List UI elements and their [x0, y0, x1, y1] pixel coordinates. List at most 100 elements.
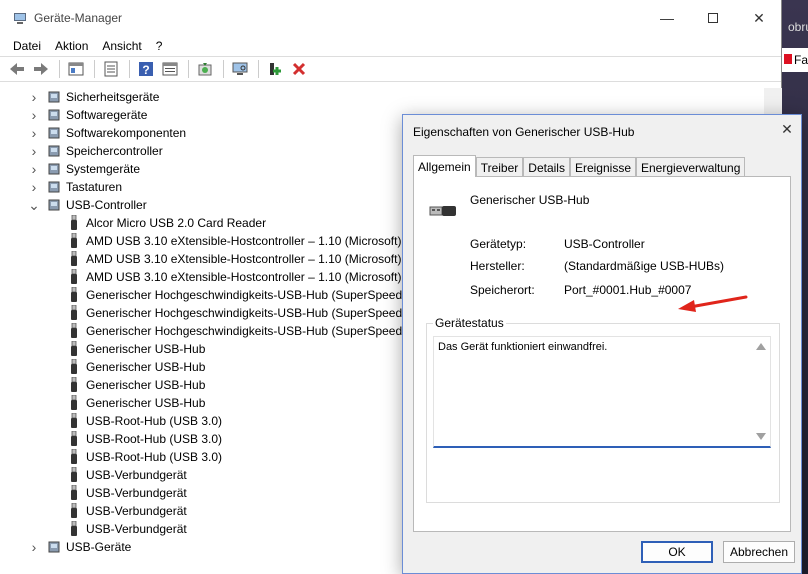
properties-view-icon — [68, 62, 84, 76]
category-icon — [46, 179, 62, 195]
tree-device[interactable]: Generischer Hochgeschwindigkeits-USB-Hub… — [66, 322, 406, 340]
background-tab: Fa — [782, 48, 808, 72]
menu-aktion[interactable]: Aktion — [48, 39, 95, 53]
category-icon — [46, 161, 62, 177]
chevron-right-icon[interactable]: › — [28, 179, 40, 195]
tree-device[interactable]: Generischer USB-Hub — [66, 394, 205, 412]
tree-device[interactable]: USB-Root-Hub (USB 3.0) — [66, 412, 222, 430]
tree-category[interactable]: ⌄ USB-Controller — [28, 196, 147, 214]
show-hidden-button[interactable] — [100, 58, 122, 80]
minimize-button[interactable]: — — [644, 0, 690, 36]
back-button[interactable] — [6, 58, 28, 80]
tree-category[interactable]: › Softwarekomponenten — [28, 124, 186, 142]
tree-device[interactable]: USB-Verbundgerät — [66, 502, 187, 520]
tree-category[interactable]: › USB-Geräte — [28, 538, 132, 556]
category-icon — [46, 89, 62, 105]
category-icon — [46, 539, 62, 555]
chevron-right-icon[interactable]: › — [28, 539, 40, 555]
chevron-right-icon[interactable]: › — [28, 107, 40, 123]
menu-help[interactable]: ? — [149, 39, 170, 53]
device-manager-app-icon — [14, 13, 26, 24]
scan-hardware-icon — [232, 62, 248, 75]
tab-energieverwaltung[interactable]: Energieverwaltung — [636, 157, 746, 177]
menu-ansicht[interactable]: Ansicht — [95, 39, 148, 53]
tree-device[interactable]: Generischer USB-Hub — [66, 340, 205, 358]
usb-icon — [66, 323, 82, 339]
properties-view-button[interactable] — [65, 58, 87, 80]
tree-category[interactable]: › Softwaregeräte — [28, 106, 148, 124]
tree-device[interactable]: AMD USB 3.10 eXtensible-Hostcontroller –… — [66, 268, 401, 286]
tree-device[interactable]: Generischer USB-Hub — [66, 358, 205, 376]
tree-device[interactable]: AMD USB 3.10 eXtensible-Hostcontroller –… — [66, 250, 401, 268]
tree-item-label: Softwarekomponenten — [66, 126, 187, 140]
device-name: Generischer USB-Hub — [470, 193, 590, 207]
tree-item-label: Tastaturen — [66, 180, 123, 194]
uninstall-button[interactable] — [288, 58, 310, 80]
dialog-close-button[interactable]: ✕ — [775, 121, 799, 141]
tree-item-label: Softwaregeräte — [66, 108, 148, 122]
device-status-legend: Gerätestatus — [433, 316, 506, 330]
chevron-right-icon[interactable]: › — [28, 125, 40, 141]
tree-category[interactable]: › Systemgeräte — [28, 160, 140, 178]
tree-item-label: Systemgeräte — [66, 162, 141, 176]
details-button[interactable] — [159, 58, 181, 80]
toolbar-separator — [188, 60, 189, 78]
tree-item-label: USB-Verbundgerät — [86, 468, 187, 482]
chevron-right-icon[interactable]: › — [28, 161, 40, 177]
tree-category[interactable]: › Speichercontroller — [28, 142, 163, 160]
tree-device[interactable]: Generischer USB-Hub — [66, 376, 205, 394]
annotation-arrow-icon — [678, 295, 748, 312]
tab-treiber[interactable]: Treiber — [475, 157, 524, 177]
tree-device[interactable]: AMD USB 3.10 eXtensible-Hostcontroller –… — [66, 232, 401, 250]
chevron-right-icon[interactable]: › — [28, 89, 40, 105]
toolbar-separator — [94, 60, 95, 78]
usb-icon — [66, 521, 82, 537]
background-text: obrue — [788, 20, 808, 34]
general-tab-panel: Generischer USB-Hub Gerätetyp: USB-Contr… — [413, 176, 791, 532]
tree-category[interactable]: › Tastaturen — [28, 178, 122, 196]
tree-item-label: USB-Verbundgerät — [86, 486, 187, 500]
ok-button[interactable]: OK — [641, 541, 713, 563]
tree-device[interactable]: Alcor Micro USB 2.0 Card Reader — [66, 214, 266, 232]
tree-device[interactable]: USB-Root-Hub (USB 3.0) — [66, 430, 222, 448]
forward-button[interactable] — [30, 58, 52, 80]
toolbar-separator — [258, 60, 259, 78]
scan-hardware-button[interactable] — [229, 58, 251, 80]
close-button[interactable]: ✕ — [736, 0, 782, 36]
tree-item-label: USB-Root-Hub (USB 3.0) — [86, 414, 223, 428]
tree-item-label: USB-Root-Hub (USB 3.0) — [86, 450, 223, 464]
chevron-down-icon[interactable]: ⌄ — [28, 197, 40, 214]
details-icon — [162, 62, 178, 76]
maximize-button[interactable] — [690, 0, 736, 36]
category-icon — [46, 125, 62, 141]
tree-device[interactable]: USB-Verbundgerät — [66, 520, 187, 538]
dialog-tabs: Allgemein Treiber Details Ereignisse Ene… — [413, 155, 746, 177]
device-status-textbox[interactable]: Das Gerät funktioniert einwandfrei. — [433, 336, 771, 448]
tree-device[interactable]: USB-Verbundgerät — [66, 484, 187, 502]
scroll-up-icon[interactable] — [756, 343, 766, 350]
tree-device[interactable]: Generischer Hochgeschwindigkeits-USB-Hub… — [66, 286, 406, 304]
toolbar-separator — [129, 60, 130, 78]
add-driver-button[interactable] — [264, 58, 286, 80]
tab-ereignisse[interactable]: Ereignisse — [569, 157, 636, 177]
usb-icon — [66, 485, 82, 501]
window-title: Geräte-Manager — [34, 11, 123, 25]
menu-datei[interactable]: Datei — [6, 39, 48, 53]
tree-device[interactable]: USB-Verbundgerät — [66, 466, 187, 484]
tab-details[interactable]: Details — [523, 157, 570, 177]
back-icon — [10, 63, 24, 75]
location-value: Port_#0001.Hub_#0007 — [564, 283, 692, 297]
tree-device[interactable]: Generischer Hochgeschwindigkeits-USB-Hub… — [66, 304, 406, 322]
cancel-button[interactable]: Abbrechen — [723, 541, 795, 563]
device-status-group: Gerätestatus Das Gerät funktioniert einw… — [426, 316, 780, 503]
help-button[interactable]: ? — [135, 58, 157, 80]
tab-allgemein[interactable]: Allgemein — [413, 155, 476, 177]
tree-item-label: USB-Controller — [66, 198, 147, 212]
flag-icon — [784, 54, 792, 64]
tree-category[interactable]: › Sicherheitsgeräte — [28, 88, 160, 106]
status-scrollbar[interactable] — [754, 337, 770, 446]
update-driver-button[interactable] — [194, 58, 216, 80]
scroll-down-icon[interactable] — [756, 433, 766, 440]
tree-device[interactable]: USB-Root-Hub (USB 3.0) — [66, 448, 222, 466]
chevron-right-icon[interactable]: › — [28, 143, 40, 159]
